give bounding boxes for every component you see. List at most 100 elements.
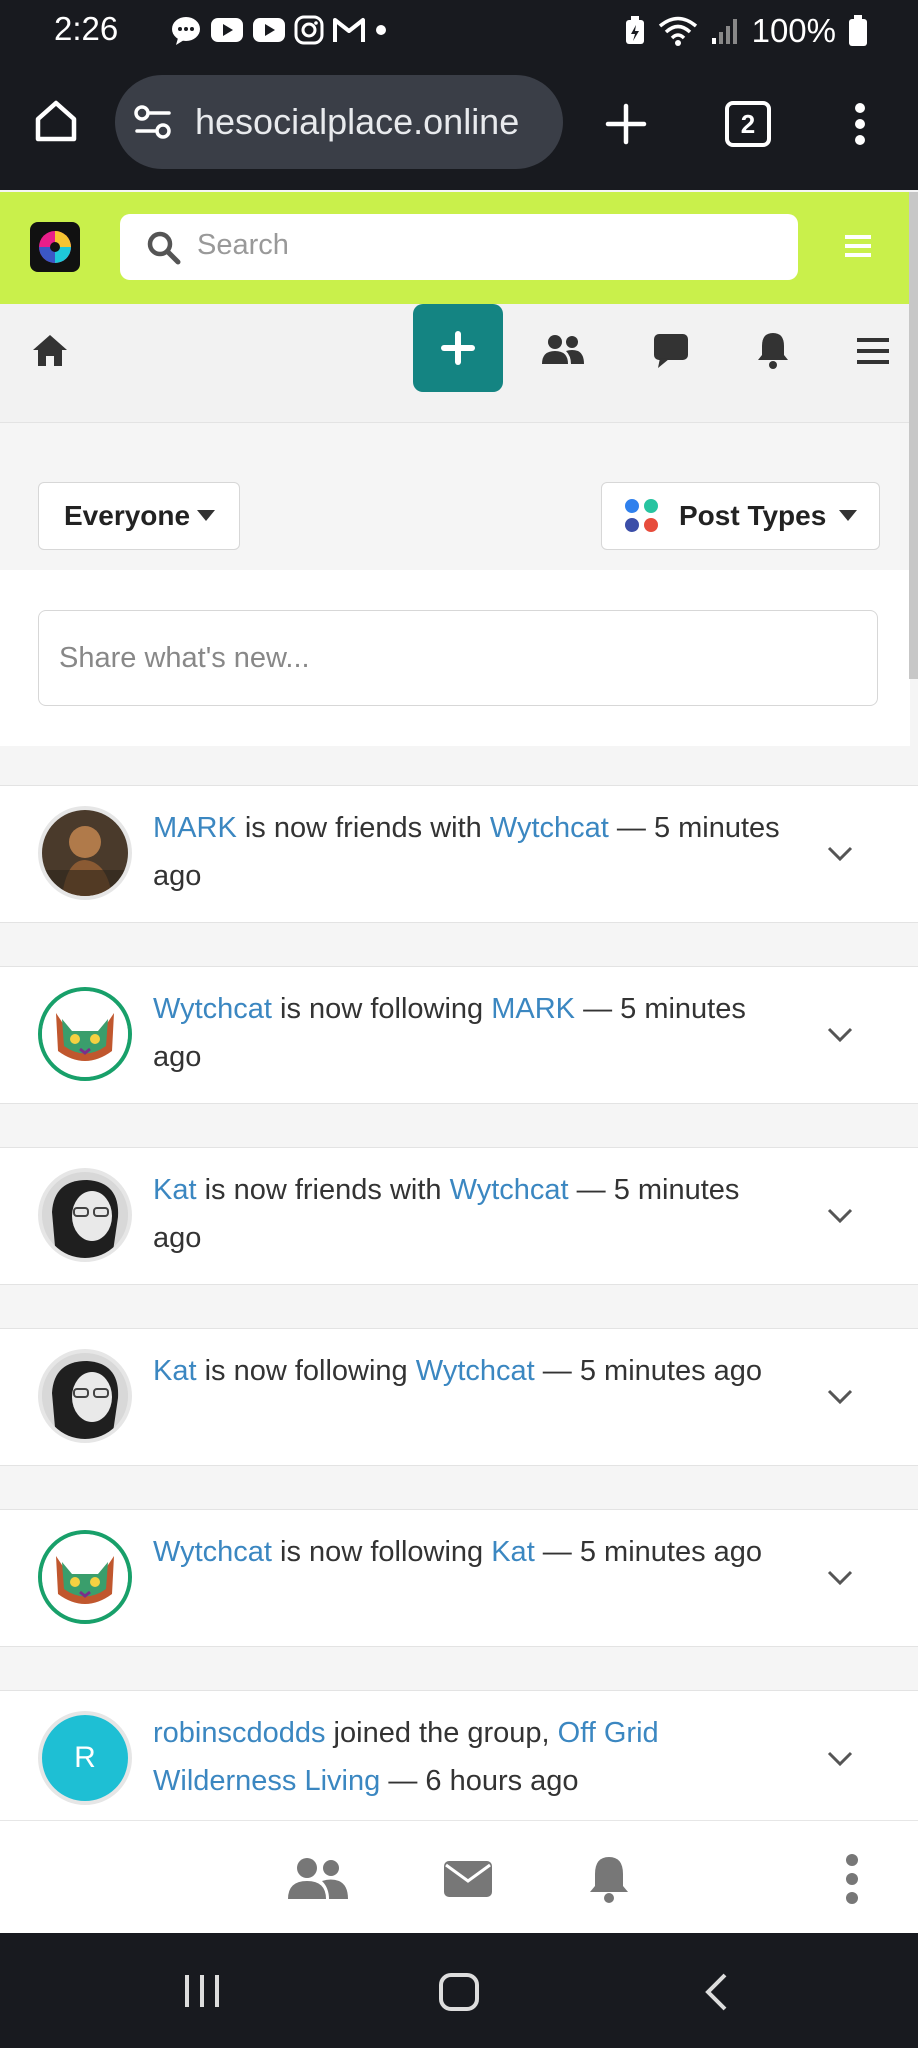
target-link[interactable]: Wytchcat [450,1174,569,1206]
actor-link[interactable]: MARK [153,812,237,844]
activity-filters: Everyone Post Types [0,462,910,570]
chevron-down-icon[interactable] [825,1381,855,1411]
site-logo[interactable] [30,222,80,272]
feed-time: — 5 minutes ago [534,1536,763,1568]
system-nav-bar [0,1933,918,2048]
friends-icon[interactable] [287,1857,349,1901]
chevron-down-icon[interactable] [825,838,855,868]
feed-text: Wytchcat is now following MARK — 5 minut… [153,985,793,1081]
user-photo [42,1534,128,1620]
feed-item: Wytchcat is now following Kat — 5 minute… [0,1509,918,1647]
feed-verb: joined the group, [325,1717,558,1749]
feed-verb: is now following [196,1355,416,1387]
notifications-icon[interactable] [587,1854,631,1904]
chevron-down-icon[interactable] [825,1562,855,1592]
chat-bubble-icon [172,17,200,45]
actor-link[interactable]: Kat [153,1174,197,1206]
avatar-letter: R [74,1741,96,1774]
feed-verb: is now following [272,1536,492,1568]
chevron-down-icon[interactable] [825,1743,855,1773]
battery-icon [849,15,867,46]
site-header [0,192,918,304]
status-time: 2:26 [54,10,119,47]
actor-link[interactable]: Wytchcat [153,993,272,1025]
actor-link[interactable]: Kat [153,1355,197,1387]
avatar[interactable] [38,806,132,900]
feed-text: MARK is now friends with Wytchcat — 5 mi… [153,804,793,900]
target-link[interactable]: MARK [491,993,575,1025]
site-settings-icon[interactable] [133,104,173,140]
mail-icon[interactable] [443,1859,493,1899]
search-box[interactable] [120,214,798,280]
notifications-icon[interactable] [756,330,790,370]
instagram-icon [294,15,324,45]
post-types-dropdown[interactable]: Post Types [601,482,880,550]
target-link[interactable]: Wytchcat [416,1355,535,1387]
chevron-down-icon[interactable] [825,1200,855,1230]
site-nav [0,304,918,423]
feed-item: MARK is now friends with Wytchcat — 5 mi… [0,785,918,923]
user-photo [42,1353,128,1439]
avatar[interactable] [38,987,132,1081]
recent-apps-icon[interactable] [183,1973,221,2009]
more-options-icon[interactable] [844,1854,860,1904]
page-scrollbar[interactable] [909,192,918,679]
battery-percent: 100% [751,12,836,49]
feed-item: Kat is now friends with Wytchcat — 5 min… [0,1147,918,1285]
caret-down-icon [839,510,857,521]
new-tab-icon[interactable] [605,103,647,145]
tab-switcher-button[interactable]: 2 [725,101,771,147]
back-icon[interactable] [703,1972,729,2012]
target-link[interactable]: Wytchcat [490,812,609,844]
youtube-icon [253,18,285,42]
feed-text: robinscdodds joined the group, Off Grid … [153,1709,793,1805]
url-text[interactable]: hesocialplace.online [195,101,519,143]
plus-icon [441,331,475,365]
battery-saver-icon [625,16,644,44]
home-button-icon[interactable] [438,1972,480,2012]
actor-link[interactable]: robinscdodds [153,1717,326,1749]
feed-text: Wytchcat is now following Kat — 5 minute… [153,1528,793,1576]
feed-verb: is now friends with [196,1174,450,1206]
feed-time: — 5 minutes ago [534,1355,763,1387]
caret-down-icon [197,510,215,521]
feed-item: Kat is now following Wytchcat — 5 minute… [0,1328,918,1466]
chevron-down-icon[interactable] [825,1019,855,1049]
notification-icons [170,14,388,46]
post-types-label: Post Types [679,500,827,531]
search-input[interactable] [195,228,779,263]
post-types-icon [625,499,658,532]
target-link[interactable]: Kat [491,1536,535,1568]
gmail-icon [333,18,365,42]
status-right: 100% [624,12,868,50]
dot-icon [376,25,386,35]
browser-menu-icon[interactable] [852,102,868,146]
address-bar[interactable]: hesocialplace.online [115,75,563,169]
signal-icon [711,19,737,44]
actor-link[interactable]: Wytchcat [153,1536,272,1568]
feed-time: — 6 hours ago [380,1765,579,1797]
wifi-icon [658,16,697,46]
avatar[interactable] [38,1168,132,1262]
home-nav-icon[interactable] [31,332,69,368]
feed-item: Wytchcat is now following MARK — 5 minut… [0,966,918,1104]
share-input[interactable]: Share what's new... [38,610,878,706]
avatar[interactable]: R [38,1711,132,1805]
feed-verb: is now friends with [236,812,490,844]
user-photo [42,991,128,1077]
search-icon [147,231,181,265]
composer-section: Share what's new... [0,570,910,746]
audience-dropdown[interactable]: Everyone [38,482,240,550]
avatar[interactable] [38,1349,132,1443]
nav-menu-icon[interactable] [857,336,889,366]
create-post-button[interactable] [413,304,503,392]
avatar[interactable] [38,1530,132,1624]
feed-item: R robinscdodds joined the group, Off Gri… [0,1690,918,1822]
status-bar: 2:26 100% [0,0,918,62]
home-icon[interactable] [32,97,80,145]
site-logo-icon [39,231,71,263]
friends-icon[interactable] [541,334,585,366]
messages-icon[interactable] [652,332,690,370]
header-menu-icon[interactable] [845,233,871,259]
youtube-icon [211,18,243,42]
